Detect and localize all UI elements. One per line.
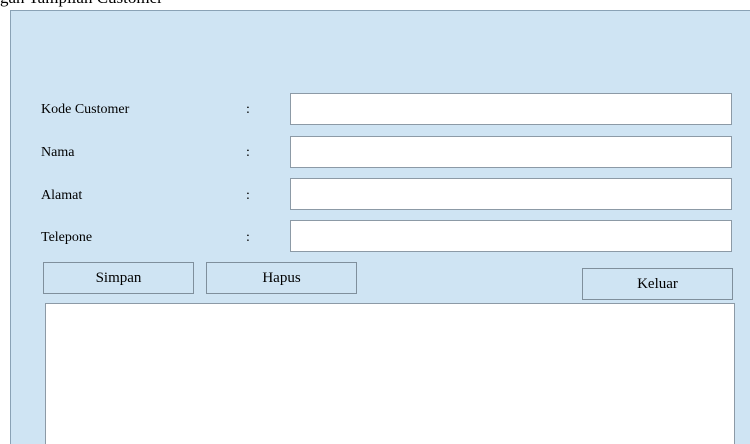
nama-label: Nama	[41, 145, 75, 160]
customer-form-page: gan Tampilan Customer Kode Customer : Na…	[0, 0, 750, 444]
alamat-input[interactable]	[290, 178, 732, 210]
kode-customer-input[interactable]	[290, 93, 732, 125]
telepone-input[interactable]	[290, 220, 732, 252]
figure-caption: gan Tampilan Customer	[0, 0, 163, 8]
hapus-button[interactable]: Hapus	[206, 262, 357, 294]
telepone-colon: :	[246, 230, 250, 245]
kode-customer-colon: :	[246, 102, 250, 117]
alamat-colon: :	[246, 188, 250, 203]
alamat-label: Alamat	[41, 188, 83, 203]
nama-input[interactable]	[290, 136, 732, 168]
telepone-label: Telepone	[41, 230, 93, 245]
kode-customer-label: Kode Customer	[41, 102, 130, 117]
customer-data-grid[interactable]	[45, 303, 735, 444]
keluar-button[interactable]: Keluar	[582, 268, 733, 300]
nama-colon: :	[246, 145, 250, 160]
customer-form-panel: Kode Customer : Nama : Alamat : Telepone…	[10, 10, 750, 444]
simpan-button[interactable]: Simpan	[43, 262, 194, 294]
